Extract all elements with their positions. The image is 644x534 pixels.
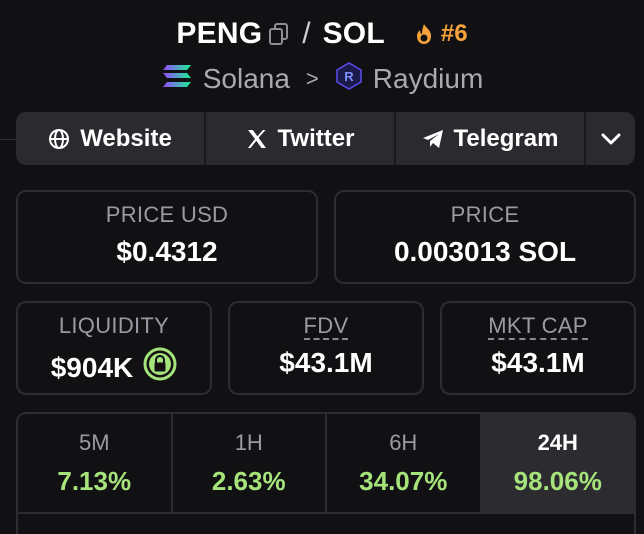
telegram-icon [422, 129, 443, 148]
fdv-value: $43.1M [279, 347, 373, 378]
price-usd-value: $0.4312 [116, 236, 218, 267]
twitter-label: Twitter [277, 124, 355, 152]
tab-1h[interactable]: 1H 2.63% [173, 414, 327, 512]
chevron-down-icon [601, 133, 620, 144]
base-token-symbol: PENG [176, 17, 263, 50]
market-cap-value: $43.1M [491, 347, 585, 378]
liquidity-row: $904K [51, 347, 178, 388]
price-change-value: 98.06% [513, 466, 602, 496]
timeframe-tabs: 5M 7.13% 1H 2.63% 6H 34.07% 24H 98.06% [18, 414, 634, 514]
market-cap-label[interactable]: MKT CAP [488, 313, 588, 340]
trending-rank-badge[interactable]: #6 [413, 20, 468, 48]
x-logo-icon [247, 129, 266, 148]
dex-name[interactable]: Raydium [373, 63, 483, 95]
chain-name[interactable]: Solana [203, 63, 290, 95]
timeframe-label: 5M [78, 430, 110, 455]
liquidity-card: LIQUIDITY $904K [16, 301, 212, 395]
divider [0, 139, 16, 140]
liquidity-label: LIQUIDITY [58, 313, 170, 338]
price-usd-label: PRICE USD [105, 202, 229, 227]
tab-6h[interactable]: 6H 34.07% [327, 414, 482, 512]
pair-title: PENG / SOL #6 [0, 14, 644, 54]
timeframe-label: 6H [389, 430, 418, 455]
market-cap-card: MKT CAP $43.1M [440, 301, 636, 395]
globe-icon [49, 128, 70, 149]
price-sol-value: 0.003013 SOL [393, 236, 577, 267]
fire-icon [416, 24, 431, 44]
tab-24h[interactable]: 24H 98.06% [481, 414, 634, 512]
liquidity-value: $904K [50, 351, 134, 383]
fdv-card: FDV $43.1M [228, 301, 424, 395]
more-links-button[interactable] [586, 112, 635, 165]
website-label: Website [80, 124, 172, 152]
lock-icon[interactable] [143, 347, 177, 388]
price-change-value: 34.07% [359, 466, 448, 496]
price-change-value: 7.13% [57, 466, 132, 496]
price-usd-card: PRICE USD $0.4312 [16, 190, 318, 284]
svg-text:R: R [344, 69, 354, 84]
telegram-button[interactable]: Telegram [396, 112, 586, 165]
solana-logo-icon [161, 63, 193, 96]
quote-token-symbol: SOL [322, 17, 385, 50]
price-change-timeframes: 5M 7.13% 1H 2.63% 6H 34.07% 24H 98.06% [16, 412, 636, 534]
trending-rank: #6 [440, 20, 468, 47]
chain-breadcrumb: Solana > R Raydium [0, 60, 644, 98]
pair-separator: / [302, 17, 311, 50]
website-button[interactable]: Website [16, 112, 206, 165]
raydium-logo-icon: R [335, 61, 363, 97]
twitter-button[interactable]: Twitter [206, 112, 396, 165]
price-change-value: 2.63% [211, 466, 286, 496]
copy-icon[interactable] [268, 22, 290, 46]
social-links-bar: Website Twitter Telegram [16, 112, 635, 165]
timeframe-label: 24H [537, 430, 578, 455]
timeframe-label: 1H [234, 430, 263, 455]
fdv-label[interactable]: FDV [303, 313, 349, 340]
pair-info-panel: PENG / SOL #6 Solana > R Raydium Website… [0, 0, 644, 534]
telegram-label: Telegram [453, 124, 559, 152]
price-sol-card: PRICE 0.003013 SOL [334, 190, 636, 284]
price-sol-label: PRICE [450, 202, 520, 227]
breadcrumb-separator: > [305, 66, 319, 91]
tab-5m[interactable]: 5M 7.13% [18, 414, 173, 512]
